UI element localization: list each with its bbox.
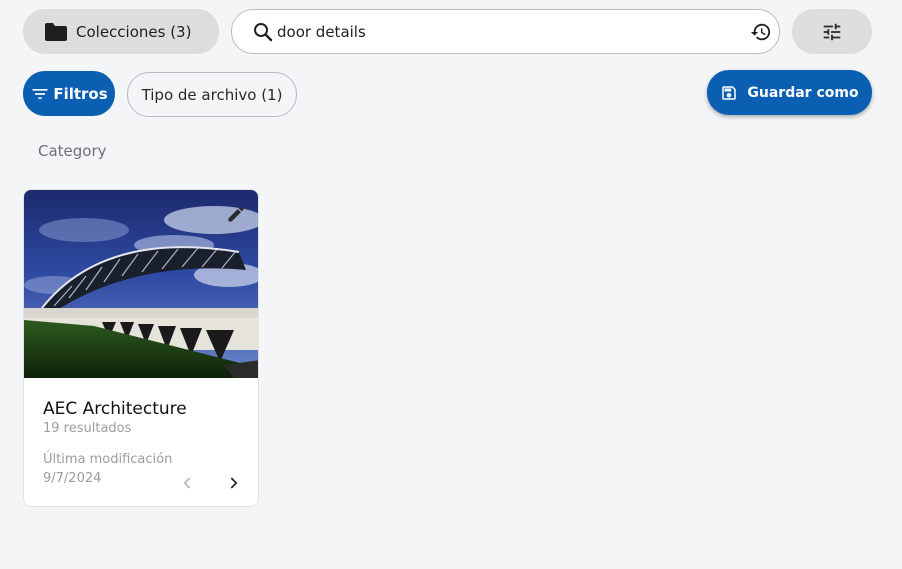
- advanced-filters-button[interactable]: [792, 9, 872, 54]
- collections-label: Colecciones (3): [76, 22, 192, 41]
- filter-list-icon: [32, 88, 48, 99]
- floppy-disk-icon: [722, 85, 737, 100]
- category-heading: Category: [38, 142, 107, 160]
- file-type-filter-chip[interactable]: Tipo de archivo (1): [127, 72, 297, 117]
- filters-button[interactable]: Filtros: [23, 71, 115, 116]
- file-type-chip-label: Tipo de archivo (1): [141, 85, 283, 104]
- search-history-button[interactable]: [749, 20, 773, 44]
- save-as-button[interactable]: Guardar como: [707, 70, 872, 115]
- search-icon: [254, 22, 273, 41]
- folder-icon: [45, 22, 67, 41]
- save-as-label: Guardar como: [747, 84, 859, 101]
- history-icon: [750, 23, 771, 41]
- previous-image-button[interactable]: [176, 472, 198, 494]
- chevron-right-icon: [230, 477, 238, 489]
- last-modified-label: Última modificación: [43, 452, 173, 467]
- collection-result-count: 19 resultados: [43, 421, 132, 436]
- search-bar[interactable]: [231, 9, 780, 54]
- collection-thumbnail[interactable]: [24, 190, 258, 378]
- pencil-icon: [228, 206, 244, 222]
- edit-collection-button[interactable]: [224, 202, 248, 226]
- next-image-button[interactable]: [223, 472, 245, 494]
- collection-title: AEC Architecture: [43, 399, 187, 419]
- chevron-left-icon: [183, 477, 191, 489]
- tune-icon: [823, 23, 841, 40]
- filters-label: Filtros: [53, 84, 108, 103]
- collections-button[interactable]: Colecciones (3): [23, 9, 219, 54]
- last-modified-date: 9/7/2024: [43, 471, 102, 486]
- collection-card[interactable]: AEC Architecture 19 resultados Última mo…: [23, 189, 259, 507]
- search-input[interactable]: [277, 22, 717, 41]
